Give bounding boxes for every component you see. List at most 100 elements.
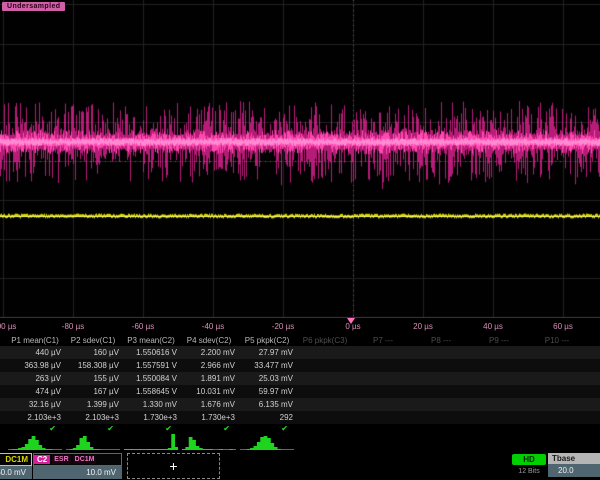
measure-value <box>354 398 412 411</box>
measure-column-P11[interactable]: P11 --- <box>586 335 600 433</box>
measure-header-P8: P8 --- <box>412 335 470 346</box>
measure-value: 363.98 µV <box>6 359 64 372</box>
measure-value <box>586 411 600 424</box>
time-axis-label: -100 µs <box>0 322 16 331</box>
measure-value: 6.135 mV <box>238 398 296 411</box>
histicon-P3[interactable] <box>124 434 178 451</box>
measure-header-P3: P3 mean(C2) <box>122 335 180 346</box>
measure-header-P2: P2 sdev(C1) <box>64 335 122 346</box>
measure-value: 59.97 mV <box>238 385 296 398</box>
measure-value <box>354 359 412 372</box>
measure-value: 1.550084 V <box>122 372 180 385</box>
measure-value <box>412 385 470 398</box>
measure-value <box>412 346 470 359</box>
measure-value <box>296 346 354 359</box>
measure-status-icon <box>528 424 586 433</box>
c1-vdiv-value: 50.0 mV <box>0 466 32 479</box>
measure-value <box>412 372 470 385</box>
measure-value: 160 µV <box>64 346 122 359</box>
c2-channel-chip: C2 <box>34 455 50 464</box>
time-axis-label: 0 µs <box>345 322 360 331</box>
measure-status-icon <box>586 424 600 433</box>
measure-value <box>528 398 586 411</box>
channel-descriptor-c1[interactable]: DC1M 50.0 mV <box>0 453 32 479</box>
measurement-table: P1 mean(C1)440 µV363.98 µV263 µV474 µV32… <box>0 335 600 433</box>
measure-value: 25.03 mV <box>238 372 296 385</box>
measure-status-icon <box>354 424 412 433</box>
measure-value: 1.557591 V <box>122 359 180 372</box>
measure-value: 1.330 mV <box>122 398 180 411</box>
add-trace-button[interactable]: + <box>127 453 220 479</box>
time-axis: -100 µs-80 µs-60 µs-40 µs-20 µs0 µs20 µs… <box>0 318 600 335</box>
measure-value: 440 µV <box>6 346 64 359</box>
measure-status-icon <box>412 424 470 433</box>
measure-value: 155 µV <box>64 372 122 385</box>
measure-value: 474 µV <box>6 385 64 398</box>
measure-status-icon: ✔ <box>238 424 296 433</box>
measure-value <box>528 411 586 424</box>
measure-value <box>470 411 528 424</box>
timebase-value: 20.0 <box>548 464 600 477</box>
measure-column-P3[interactable]: P3 mean(C2)1.550616 V1.557591 V1.550084 … <box>122 335 180 433</box>
measure-value <box>296 385 354 398</box>
measure-value: 27.97 mV <box>238 346 296 359</box>
measure-value <box>296 372 354 385</box>
measure-value: 2.103e+3 <box>6 411 64 424</box>
measure-value <box>470 359 528 372</box>
measure-value: 1.550616 V <box>122 346 180 359</box>
measure-value: 32.16 µV <box>6 398 64 411</box>
histicon-row <box>0 433 600 452</box>
measure-value <box>296 359 354 372</box>
measure-status-icon: ✔ <box>64 424 122 433</box>
measure-value <box>586 398 600 411</box>
time-axis-label: -20 µs <box>272 322 294 331</box>
measure-column-P4[interactable]: P4 sdev(C2)2.200 mV2.966 mV1.891 mV10.03… <box>180 335 238 433</box>
channel-descriptor-c2[interactable]: C2 ESR DC1M 10.0 mV <box>33 453 122 479</box>
measure-column-P7[interactable]: P7 --- <box>354 335 412 433</box>
time-axis-label: 60 µs <box>553 322 573 331</box>
measure-column-P9[interactable]: P9 --- <box>470 335 528 433</box>
measure-value <box>296 398 354 411</box>
measure-value <box>354 372 412 385</box>
hd-mode-badge[interactable]: HD <box>512 454 546 465</box>
histicon-P1[interactable] <box>8 434 62 451</box>
measure-value: 292 <box>238 411 296 424</box>
measure-value: 158.308 µV <box>64 359 122 372</box>
measure-column-P8[interactable]: P8 --- <box>412 335 470 433</box>
measure-column-P10[interactable]: P10 --- <box>528 335 586 433</box>
measure-value <box>470 372 528 385</box>
measure-header-P4: P4 sdev(C2) <box>180 335 238 346</box>
measure-header-P11: P11 --- <box>586 335 600 346</box>
measure-column-P1[interactable]: P1 mean(C1)440 µV363.98 µV263 µV474 µV32… <box>6 335 64 433</box>
undersampled-badge: Undersampled <box>2 2 65 11</box>
c1-coupling-label: DC1M <box>0 453 32 466</box>
time-axis-label: 20 µs <box>413 322 433 331</box>
measure-value: 1.558645 V <box>122 385 180 398</box>
hd-bits-label: 12 Bits <box>512 468 546 475</box>
measure-column-P5[interactable]: P5 pkpk(C2)27.97 mV33.477 mV25.03 mV59.9… <box>238 335 296 433</box>
measure-column-P2[interactable]: P2 sdev(C1)160 µV158.308 µV155 µV167 µV1… <box>64 335 122 433</box>
measure-column-P6[interactable]: P6 pkpk(C3) <box>296 335 354 433</box>
timebase-descriptor[interactable]: Tbase 20.0 <box>548 453 600 477</box>
oscilloscope-screen: Undersampled -100 µs-80 µs-60 µs-40 µs-2… <box>0 0 600 480</box>
time-axis-label: -60 µs <box>132 322 154 331</box>
measure-value: 1.730e+3 <box>180 411 238 424</box>
measure-value: 2.966 mV <box>180 359 238 372</box>
histicon-P2[interactable] <box>66 434 120 451</box>
bottom-bar: DC1M 50.0 mV C2 ESR DC1M 10.0 mV + HD 12… <box>0 452 600 480</box>
measure-value <box>354 346 412 359</box>
measure-status-icon: ✔ <box>180 424 238 433</box>
measure-value: 33.477 mV <box>238 359 296 372</box>
measure-header-P6: P6 pkpk(C3) <box>296 335 354 346</box>
measure-header-P1: P1 mean(C1) <box>6 335 64 346</box>
measure-value: 1.399 µV <box>64 398 122 411</box>
measure-header-P7: P7 --- <box>354 335 412 346</box>
c2-vdiv-value: 10.0 mV <box>33 466 122 479</box>
histicon-P5[interactable] <box>240 434 294 451</box>
histicon-P4[interactable] <box>182 434 236 451</box>
time-axis-label: 40 µs <box>483 322 503 331</box>
measure-status-icon <box>470 424 528 433</box>
measure-value <box>470 398 528 411</box>
measure-value <box>528 372 586 385</box>
measure-value <box>354 411 412 424</box>
